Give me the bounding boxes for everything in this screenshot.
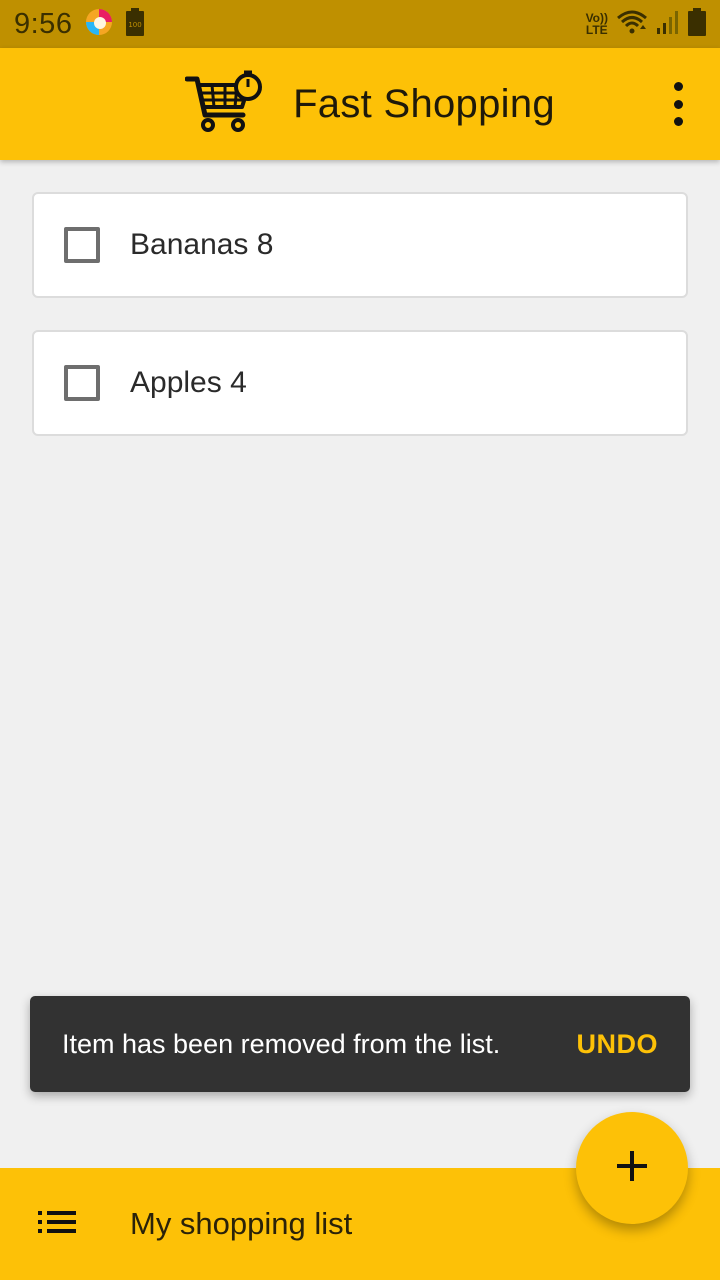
add-item-button[interactable] (576, 1112, 688, 1224)
item-label: Apples 4 (130, 366, 247, 399)
snackbar: Item has been removed from the list. UND… (30, 996, 690, 1092)
status-bar: 9:56 100 Vo)) LTE (0, 0, 720, 48)
list-item[interactable]: Bananas 8 (32, 192, 688, 298)
signal-icon (656, 9, 680, 40)
list-icon[interactable] (38, 1210, 76, 1239)
app-title-group: Fast Shopping (184, 69, 555, 140)
list-item[interactable]: Apples 4 (32, 330, 688, 436)
more-vert-icon[interactable] (666, 82, 690, 126)
wifi-icon (616, 9, 648, 40)
battery-icon (688, 7, 706, 41)
bottom-bar-title[interactable]: My shopping list (130, 1206, 352, 1242)
shopping-list: Bananas 8 Apples 4 (32, 192, 688, 468)
app-bar: Fast Shopping (0, 48, 720, 160)
volte-line2: LTE (585, 23, 608, 37)
add-icon (616, 1150, 648, 1187)
undo-button[interactable]: UNDO (577, 1029, 659, 1060)
item-checkbox[interactable] (64, 365, 100, 401)
snackbar-message: Item has been removed from the list. (62, 1028, 501, 1059)
firefox-focus-icon (84, 7, 114, 42)
battery-100-icon: 100 (126, 7, 145, 41)
battery-small-label: 100 (129, 21, 142, 29)
item-label: Bananas 8 (130, 228, 274, 261)
cart-timer-icon (184, 69, 263, 140)
app-title: Fast Shopping (293, 81, 555, 126)
status-time: 9:56 (14, 7, 73, 40)
item-checkbox[interactable] (64, 227, 100, 263)
volte-lte-icon: Vo)) LTE (586, 12, 608, 36)
